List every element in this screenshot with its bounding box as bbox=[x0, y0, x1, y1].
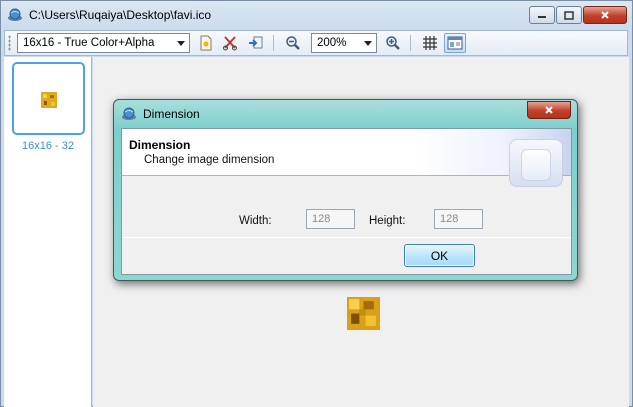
toolbar-separator bbox=[273, 35, 274, 51]
width-input[interactable] bbox=[306, 209, 355, 229]
format-select[interactable]: 16x16 - True Color+Alpha bbox=[17, 33, 190, 53]
dialog-header-subtitle: Change image dimension bbox=[144, 154, 275, 166]
dialog-header-title: Dimension bbox=[129, 138, 191, 152]
dialog-body: Dimension Change image dimension Width: … bbox=[121, 128, 572, 275]
dimension-dialog: Dimension Dimension Change image dimensi… bbox=[113, 99, 578, 281]
favicon-canvas-image[interactable] bbox=[347, 297, 380, 330]
new-image-button[interactable] bbox=[195, 33, 217, 53]
width-label: Width: bbox=[239, 215, 272, 227]
dialog-header: Dimension Change image dimension bbox=[122, 129, 571, 187]
image-list-panel: 16x16 - 32 bbox=[4, 57, 92, 407]
minimize-button[interactable] bbox=[529, 6, 555, 24]
new-image-icon bbox=[200, 35, 212, 51]
height-label: Height: bbox=[369, 215, 406, 227]
maximize-icon bbox=[564, 10, 574, 20]
caption-buttons bbox=[528, 6, 627, 24]
chevron-down-icon bbox=[177, 41, 185, 46]
close-icon bbox=[601, 11, 609, 19]
zoom-out-button[interactable] bbox=[282, 33, 304, 53]
app-globe-icon bbox=[7, 7, 23, 23]
dialog-header-graphic-inner bbox=[521, 149, 551, 181]
scissors-icon bbox=[223, 36, 237, 51]
import-image-button[interactable] bbox=[245, 33, 267, 53]
close-icon bbox=[545, 106, 553, 114]
close-button[interactable] bbox=[583, 6, 627, 24]
toggle-grid-button[interactable] bbox=[419, 33, 441, 53]
dialog-header-graphic bbox=[509, 139, 563, 187]
grid-icon bbox=[423, 36, 437, 50]
zoom-in-icon bbox=[386, 36, 400, 50]
import-icon bbox=[249, 36, 263, 49]
zoom-select[interactable]: 200% bbox=[311, 33, 377, 53]
ok-button[interactable]: OK bbox=[404, 244, 475, 267]
format-select-value: 16x16 - True Color+Alpha bbox=[23, 37, 155, 49]
dialog-title: Dimension bbox=[143, 107, 200, 121]
delete-image-button[interactable] bbox=[219, 33, 241, 53]
dialog-globe-icon bbox=[121, 106, 137, 122]
chevron-down-icon bbox=[364, 41, 372, 46]
title-bar: C:\Users\Ruqaiya\Desktop\favi.ico bbox=[1, 1, 632, 30]
image-thumbnail[interactable] bbox=[12, 62, 85, 135]
toolbar-grip[interactable] bbox=[8, 35, 11, 51]
dialog-divider bbox=[122, 237, 571, 238]
toggle-preview-button[interactable] bbox=[444, 33, 466, 53]
dialog-close-button[interactable] bbox=[527, 101, 571, 119]
preview-panel-icon bbox=[447, 36, 463, 50]
thumbnail-label: 16x16 - 32 bbox=[22, 140, 74, 152]
window-title: C:\Users\Ruqaiya\Desktop\favi.ico bbox=[29, 8, 212, 22]
height-input[interactable] bbox=[434, 209, 483, 229]
favicon-thumbnail-image bbox=[41, 92, 57, 108]
maximize-button[interactable] bbox=[556, 6, 582, 24]
minimize-icon bbox=[538, 16, 546, 18]
zoom-in-button[interactable] bbox=[382, 33, 404, 53]
zoom-out-icon bbox=[286, 36, 300, 50]
toolbar-separator bbox=[410, 35, 411, 51]
zoom-select-value: 200% bbox=[317, 37, 347, 49]
toolbar: 16x16 - True Color+Alpha 200% bbox=[4, 30, 628, 56]
